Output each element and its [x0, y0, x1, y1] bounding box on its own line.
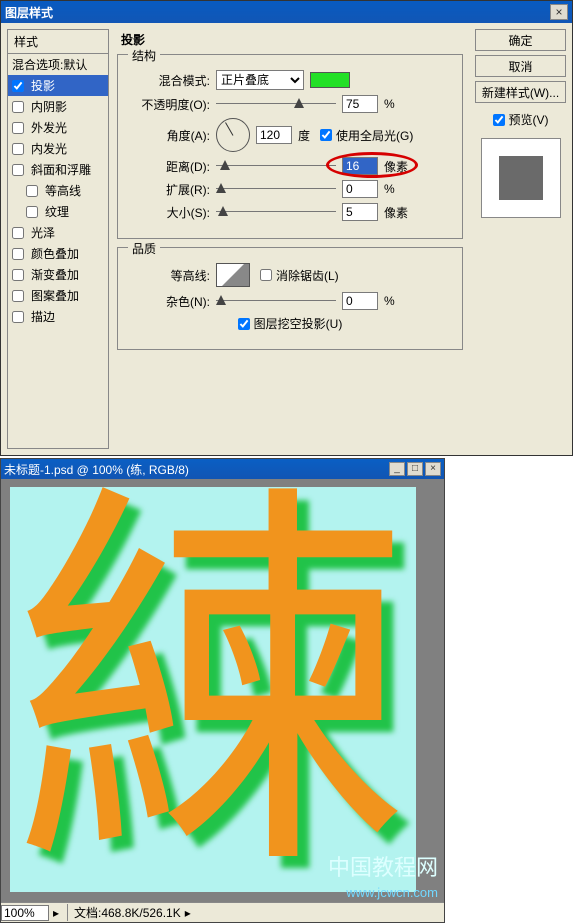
spread-unit: %: [384, 182, 395, 196]
spread-label: 扩展(R):: [126, 181, 216, 198]
document-window: 未标题-1.psd @ 100% (练, RGB/8) _ □ × 練 練 ▸ …: [0, 458, 445, 923]
structure-legend: 结构: [128, 47, 160, 64]
spread-input[interactable]: [342, 180, 378, 198]
style-row-outer-glow[interactable]: 外发光: [8, 117, 108, 138]
text-layer: 練: [13, 490, 413, 890]
style-row-inner-glow[interactable]: 内发光: [8, 138, 108, 159]
styles-list-header[interactable]: 样式: [8, 30, 108, 54]
style-checkbox[interactable]: [12, 164, 24, 176]
blend-mode-label: 混合模式:: [126, 72, 216, 89]
angle-dial[interactable]: [216, 118, 250, 152]
antialias-label: 消除锯齿(L): [276, 267, 339, 284]
new-style-button[interactable]: 新建样式(W)...: [475, 81, 566, 103]
distance-label: 距离(D):: [126, 158, 216, 175]
style-checkbox[interactable]: [26, 206, 38, 218]
blend-mode-select[interactable]: 正片叠底: [216, 70, 304, 90]
opacity-input[interactable]: [342, 95, 378, 113]
style-checkbox[interactable]: [12, 80, 24, 92]
size-slider[interactable]: [216, 204, 336, 220]
global-light-checkbox[interactable]: [320, 129, 332, 141]
style-checkbox[interactable]: [26, 185, 38, 197]
style-checkbox[interactable]: [12, 122, 24, 134]
knockout-label: 图层挖空投影(U): [254, 315, 343, 332]
status-bar: ▸ 文档:468.8K/526.1K ▸: [1, 902, 444, 922]
dialog-titlebar[interactable]: 图层样式 ×: [1, 1, 572, 23]
noise-input[interactable]: [342, 292, 378, 310]
zoom-menu-icon[interactable]: ▸: [49, 906, 63, 920]
close-icon[interactable]: ×: [425, 462, 441, 476]
style-row-drop-shadow[interactable]: 投影: [8, 75, 108, 96]
knockout-checkbox[interactable]: [238, 318, 250, 330]
info-menu-icon[interactable]: ▸: [181, 906, 195, 920]
dialog-buttons: 确定 取消 新建样式(W)... 预览(V): [471, 29, 566, 449]
style-checkbox[interactable]: [12, 101, 24, 113]
distance-input[interactable]: [342, 157, 378, 175]
document-titlebar[interactable]: 未标题-1.psd @ 100% (练, RGB/8) _ □ ×: [1, 459, 444, 479]
style-row-texture[interactable]: 纹理: [8, 201, 108, 222]
canvas[interactable]: 練 練: [10, 487, 416, 892]
opacity-slider[interactable]: [216, 96, 336, 112]
antialias-checkbox[interactable]: [260, 269, 272, 281]
cancel-button[interactable]: 取消: [475, 55, 566, 77]
preview-checkbox[interactable]: [493, 114, 505, 126]
style-checkbox[interactable]: [12, 248, 24, 260]
opacity-label: 不透明度(O):: [126, 96, 216, 113]
noise-slider[interactable]: [216, 293, 336, 309]
style-row-bevel-emboss[interactable]: 斜面和浮雕: [8, 159, 108, 180]
size-input[interactable]: [342, 203, 378, 221]
maximize-icon[interactable]: □: [407, 462, 423, 476]
angle-label: 角度(A):: [126, 127, 216, 144]
style-checkbox[interactable]: [12, 143, 24, 155]
noise-label: 杂色(N):: [126, 293, 216, 310]
style-preview-box: [481, 138, 561, 218]
style-row-color-overlay[interactable]: 颜色叠加: [8, 243, 108, 264]
styles-list: 样式 混合选项:默认 投影 内阴影 外发光 内发光 斜面和浮雕 等高线 纹理 光…: [7, 29, 109, 449]
contour-label: 等高线:: [126, 267, 216, 284]
zoom-input[interactable]: [1, 905, 49, 921]
dialog-title: 图层样式: [5, 4, 53, 21]
distance-slider[interactable]: [216, 158, 336, 174]
style-row-stroke[interactable]: 描边: [8, 306, 108, 327]
blending-options-row[interactable]: 混合选项:默认: [8, 54, 108, 75]
style-row-inner-shadow[interactable]: 内阴影: [8, 96, 108, 117]
global-light-label: 使用全局光(G): [336, 127, 413, 144]
quality-legend: 品质: [128, 240, 160, 257]
angle-unit: 度: [298, 127, 310, 144]
document-title: 未标题-1.psd @ 100% (练, RGB/8): [4, 461, 189, 478]
style-row-gradient-overlay[interactable]: 渐变叠加: [8, 264, 108, 285]
angle-input[interactable]: [256, 126, 292, 144]
distance-unit: 像素: [384, 158, 408, 175]
style-checkbox[interactable]: [12, 227, 24, 239]
style-row-satin[interactable]: 光泽: [8, 222, 108, 243]
size-label: 大小(S):: [126, 204, 216, 221]
style-row-contour[interactable]: 等高线: [8, 180, 108, 201]
style-checkbox[interactable]: [12, 269, 24, 281]
close-icon[interactable]: ×: [550, 4, 568, 20]
drop-shadow-settings: 投影 结构 混合模式: 正片叠底 不透明度(O): % 角度(A):: [109, 29, 471, 449]
noise-unit: %: [384, 294, 395, 308]
minimize-icon[interactable]: _: [389, 462, 405, 476]
preview-swatch: [499, 156, 543, 200]
ok-button[interactable]: 确定: [475, 29, 566, 51]
watermark-url: www.jcwcn.com: [346, 885, 438, 900]
watermark-text: 中国教程网: [328, 850, 438, 882]
layer-style-dialog: 图层样式 × 样式 混合选项:默认 投影 内阴影 外发光 内发光 斜面和浮雕 等…: [0, 0, 573, 456]
preview-label: 预览(V): [509, 111, 549, 128]
style-checkbox[interactable]: [12, 311, 24, 323]
style-row-pattern-overlay[interactable]: 图案叠加: [8, 285, 108, 306]
panel-title: 投影: [121, 31, 463, 48]
style-checkbox[interactable]: [12, 290, 24, 302]
shadow-color-swatch[interactable]: [310, 72, 350, 88]
opacity-unit: %: [384, 97, 395, 111]
document-info: 文档:468.8K/526.1K: [67, 904, 181, 921]
size-unit: 像素: [384, 204, 408, 221]
contour-picker[interactable]: [216, 263, 250, 287]
spread-slider[interactable]: [216, 181, 336, 197]
